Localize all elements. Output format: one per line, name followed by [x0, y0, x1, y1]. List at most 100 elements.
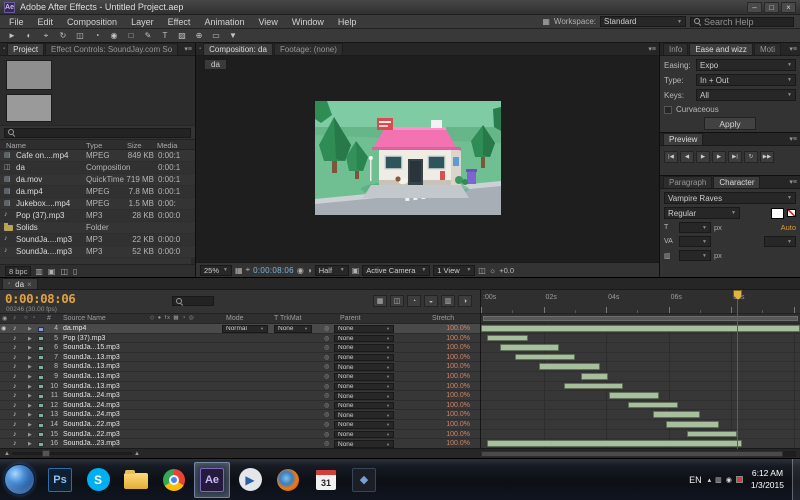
visibility-toggle-icon[interactable]: ◉ [1, 325, 6, 332]
expander-icon[interactable]: ▶ [28, 345, 32, 351]
taskbar-clock[interactable]: 6:12 AM 1/3/2015 [751, 468, 784, 490]
delete-icon[interactable]: ▯ [73, 267, 77, 276]
expander-icon[interactable]: ▶ [28, 326, 32, 332]
composition-canvas[interactable] [315, 101, 501, 215]
panel-menu-icon[interactable]: ▾≡ [789, 178, 797, 186]
menu-edit[interactable]: Edit [31, 15, 61, 29]
panel-menu-icon[interactable]: ▾≡ [184, 45, 192, 53]
viewer-timecode[interactable]: 0:00:08:06 [253, 266, 294, 275]
channels-icon[interactable]: ◑ [307, 266, 312, 275]
timeline-zoom-control[interactable]: ▲ ▲ [4, 450, 140, 457]
parent-select[interactable]: None [334, 373, 394, 381]
timeline-tab-da[interactable]: ▪ da × [2, 278, 38, 289]
workspace-select[interactable]: Standard [600, 16, 686, 27]
trkmat-select[interactable]: None [274, 325, 312, 333]
fill-color-swatch[interactable] [771, 207, 784, 219]
parent-pickwhip-icon[interactable]: ◎ [324, 325, 329, 332]
taskbar-photoshop[interactable]: Ps [42, 462, 78, 498]
frame-blend-icon[interactable]: ▥ [441, 295, 455, 307]
layer-duration-bar[interactable] [538, 363, 600, 370]
frame-back-button[interactable]: ◀ [680, 151, 694, 163]
audio-toggle-icon[interactable]: ♪ [13, 373, 17, 380]
taskbar-firefox[interactable] [270, 462, 306, 498]
project-item-row[interactable]: ▤ Cafe on....mp4 MPEG 849 KB 0:00:1 [0, 150, 195, 162]
column-number[interactable]: # [47, 315, 51, 322]
project-columns-header[interactable]: Name Type Size Media Durat [0, 139, 195, 159]
exposure-icon[interactable]: ☼ [489, 266, 496, 275]
loop-button[interactable]: ↻ [744, 151, 758, 163]
maximize-button[interactable]: □ [764, 1, 779, 13]
parent-select[interactable]: None [334, 325, 394, 333]
new-composition-icon[interactable]: ◫ [60, 267, 68, 276]
layer-duration-bar[interactable] [563, 382, 624, 390]
label-color-chip[interactable] [38, 336, 44, 342]
layer-row[interactable]: ♪ ▶ 12 SoundJa...24.mp3 ◎ None 100.0% [0, 400, 480, 411]
mask-shape-tool[interactable]: □ [123, 30, 139, 42]
audio-toggle-icon[interactable]: ♪ [13, 431, 17, 438]
show-desktop-button[interactable] [792, 459, 800, 500]
project-item-row[interactable]: ♪ Pop (37).mp3 MP3 28 KB 0:00:0 [0, 210, 195, 222]
project-item-row[interactable]: ◫ da Composition 0:00:1 [0, 162, 195, 174]
layer-row[interactable]: ♪ ▶ 14 SoundJa...22.mp3 ◎ None 100.0% [0, 420, 480, 430]
vertical-scale-select[interactable] [679, 250, 711, 261]
parent-select[interactable]: None [334, 392, 394, 400]
ram-preview-button[interactable]: ▶▶ [760, 151, 774, 163]
first-frame-button[interactable]: |◀ [664, 151, 678, 163]
parent-pickwhip-icon[interactable]: ◎ [324, 392, 329, 399]
menu-animation[interactable]: Animation [197, 15, 251, 29]
taskbar-skype[interactable]: S [80, 462, 116, 498]
composition-name-chip[interactable]: da [204, 59, 227, 70]
layer-duration-bar[interactable] [481, 325, 800, 332]
zoom-in-icon[interactable]: ▲ [134, 451, 140, 457]
hand-tool[interactable]: ◐ [21, 30, 37, 42]
timeline-search-input[interactable] [172, 296, 214, 306]
tab-ease-and-wizz[interactable]: Ease and wizz [689, 43, 753, 55]
keys-select[interactable]: All [696, 89, 796, 101]
layer-row[interactable]: ◉ ♪ ▶ 4 da.mp4 Normal None ◎ None 100.0% [0, 324, 480, 334]
close-button[interactable]: × [781, 1, 796, 13]
layer-row[interactable]: ♪ ▶ 13 SoundJa...24.mp3 ◎ None 100.0% [0, 410, 480, 421]
parent-pickwhip-icon[interactable]: ◎ [324, 431, 329, 438]
project-search-input[interactable] [4, 127, 191, 138]
label-color-chip[interactable] [38, 384, 44, 390]
taskbar-aftereffects[interactable]: Ae [194, 461, 230, 498]
menu-layer[interactable]: Layer [124, 15, 161, 29]
layer-duration-bar[interactable] [609, 392, 660, 399]
zoom-slider[interactable] [11, 450, 132, 457]
layer-duration-bar[interactable] [653, 411, 700, 418]
expander-icon[interactable]: ▶ [28, 364, 32, 370]
type-select[interactable]: In + Out [696, 74, 796, 86]
parent-select[interactable]: None [334, 344, 394, 352]
tab-info[interactable]: Info [663, 43, 689, 55]
expander-icon[interactable]: ▶ [28, 393, 32, 399]
column-mode[interactable]: Mode [226, 315, 244, 322]
timeline-tab-close-icon[interactable]: × [27, 280, 32, 289]
column-trkmat[interactable]: T TrkMat [274, 315, 301, 322]
selection-tool[interactable]: ► [4, 30, 20, 42]
region-of-interest-icon[interactable]: ▣ [352, 266, 360, 275]
parent-select[interactable]: None [334, 401, 394, 410]
audio-toggle-icon[interactable]: ♪ [13, 411, 17, 418]
tab-character[interactable]: Character [713, 176, 761, 188]
parent-pickwhip-icon[interactable]: ◎ [324, 373, 329, 380]
expander-icon[interactable]: ▶ [28, 441, 32, 447]
tab-motion[interactable]: Moti [753, 43, 782, 55]
label-color-chip[interactable] [38, 412, 44, 418]
mask-visibility-icon[interactable]: ⌖ [246, 265, 251, 275]
taskbar-calendar[interactable]: 31 [308, 462, 344, 498]
expander-icon[interactable]: ▶ [28, 336, 32, 342]
parent-pickwhip-icon[interactable]: ◎ [324, 383, 329, 390]
tray-network-icon[interactable]: ▥ [715, 476, 722, 484]
label-color-chip[interactable] [38, 345, 44, 351]
scrollbar-thumb[interactable] [481, 451, 784, 457]
label-color-chip[interactable] [38, 326, 44, 332]
playhead[interactable] [737, 300, 739, 449]
layer-row[interactable]: ♪ ▶ 7 SoundJa...13.mp3 ◎ None 100.0% [0, 352, 480, 363]
menu-help[interactable]: Help [331, 15, 364, 29]
parent-pickwhip-icon[interactable]: ◎ [324, 421, 329, 428]
rotate-tool[interactable]: ◔ [89, 30, 105, 42]
pen-tool[interactable]: ✎ [140, 30, 156, 42]
parent-select[interactable]: None [334, 334, 394, 343]
type-tool[interactable]: T [157, 30, 173, 42]
new-folder-icon[interactable]: ▣ [48, 267, 56, 276]
